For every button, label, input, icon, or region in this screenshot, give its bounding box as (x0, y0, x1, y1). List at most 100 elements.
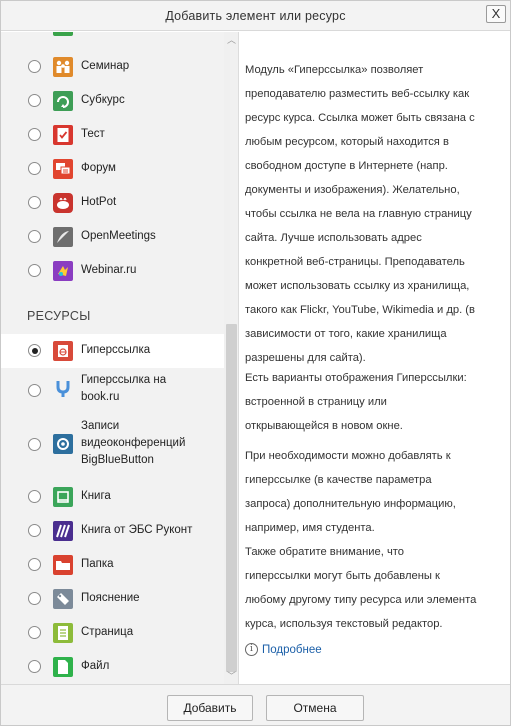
radio-book[interactable] (28, 490, 41, 503)
radio-page[interactable] (28, 626, 41, 639)
rucont-icon (53, 521, 73, 541)
list-scrollbar[interactable]: ︿ ﹀ (224, 32, 238, 684)
resource-label-rucont: Книга от ЭБС Руконт (81, 524, 193, 536)
resource-item-folder[interactable]: Папка (1, 548, 224, 582)
folder-icon (53, 555, 73, 575)
resource-label-url: Гиперссылка (81, 344, 151, 356)
radio-rucont[interactable] (28, 524, 41, 537)
resource-label-bbb-line3: BigBlueButton (81, 454, 154, 466)
dialog-footer: Добавить Отмена (1, 684, 510, 725)
desc-line: такого как Flickr, YouTube, Wikimedia и … (245, 304, 475, 316)
activity-label-workshop: Семинар (81, 60, 130, 72)
subcourse-icon (53, 91, 73, 111)
info-icon: i (245, 643, 258, 656)
resource-item-file[interactable]: Файл (1, 650, 224, 684)
desc-line: любому другому типу ресурса или элемента (245, 594, 477, 606)
radio-openmeetings[interactable] (28, 230, 41, 243)
list-item-partial (53, 32, 73, 36)
activity-item-webinar[interactable]: Webinar.ru (1, 254, 224, 288)
label-icon (53, 589, 73, 609)
activity-item-hotpot[interactable]: HotPot (1, 186, 224, 220)
desc-line: например, имя студента. (245, 522, 375, 534)
activity-item-openmeetings[interactable]: OpenMeetings (1, 220, 224, 254)
resource-label-bbb-line2: видеоконференций (81, 437, 186, 449)
radio-workshop[interactable] (28, 60, 41, 73)
resource-item-bookru[interactable]: Гиперссылка на book.ru (1, 368, 224, 412)
description-paragraph-4: Также обратите внимание, что гиперссылки… (245, 540, 507, 636)
resource-item-page[interactable]: Страница (1, 616, 224, 650)
activity-label-forum: Форум (81, 162, 116, 174)
close-button[interactable]: X (486, 5, 506, 23)
resource-label-bbb-recordings: Записи видеоконференций BigBlueButton (81, 418, 185, 469)
openmeetings-icon (53, 227, 73, 247)
page-icon (53, 623, 73, 643)
book-icon (53, 487, 73, 507)
radio-folder[interactable] (28, 558, 41, 571)
workshop-icon (53, 57, 73, 77)
radio-file[interactable] (28, 660, 41, 673)
scroll-thumb[interactable] (226, 324, 237, 672)
activity-item-forum[interactable]: Форум (1, 152, 224, 186)
cancel-button[interactable]: Отмена (266, 695, 364, 721)
resource-item-label[interactable]: Пояснение (1, 582, 224, 616)
radio-url[interactable] (28, 344, 41, 357)
scroll-down-icon[interactable]: ﹀ (224, 671, 238, 681)
hotpot-icon (53, 193, 73, 213)
resource-label-bookru-line1: Гиперссылка на (81, 374, 167, 386)
add-button[interactable]: Добавить (167, 695, 253, 721)
scroll-up-icon[interactable]: ︿ (224, 35, 238, 45)
webinar-icon (53, 261, 73, 281)
radio-forum[interactable] (28, 162, 41, 175)
activity-item-subcourse[interactable]: Субкурс (1, 84, 224, 118)
resource-label-book: Книга (81, 490, 111, 502)
more-help-link[interactable]: i Подробнее (245, 643, 322, 656)
forum-icon (53, 159, 73, 179)
desc-line: свободном доступе в Интернете (напр. (245, 160, 448, 172)
radio-quiz[interactable] (28, 128, 41, 141)
module-chooser-list[interactable]: Семинар Субкурс Тест Форум HotPot OpenMe… (1, 32, 239, 684)
resource-item-rucont[interactable]: Книга от ЭБС Руконт (1, 514, 224, 548)
desc-line: ресурс курса. Ссылка может быть связана … (245, 112, 475, 124)
desc-line: зависимости от того, какие хранилища (245, 328, 447, 340)
desc-line: Модуль «Гиперссылка» позволяет (245, 64, 424, 76)
resource-label-bbb-line1: Записи (81, 420, 120, 432)
activity-item-quiz[interactable]: Тест (1, 118, 224, 152)
bbb-recordings-icon (53, 434, 73, 454)
resource-item-url[interactable]: Гиперссылка (1, 334, 224, 368)
desc-line: Есть варианты отображения Гиперссылки: (245, 372, 467, 384)
desc-line: любым ресурсом, который находится в (245, 136, 449, 148)
desc-line: может использовать ссылку из хранилища, (245, 280, 470, 292)
dialog-titlebar: Добавить элемент или ресурс X (1, 1, 510, 31)
desc-line: сайта. Лучше использовать адрес (245, 232, 422, 244)
desc-line: чтобы ссылка не вела на главную страницу (245, 208, 472, 220)
radio-hotpot[interactable] (28, 196, 41, 209)
desc-line: конкретной веб-страницы. Преподаватель (245, 256, 465, 268)
resources-heading: РЕСУРСЫ (27, 309, 91, 323)
radio-bookru[interactable] (28, 384, 41, 397)
module-description: Модуль «Гиперссылка» позволяет преподава… (240, 32, 510, 684)
more-link[interactable]: Подробнее (262, 644, 322, 656)
desc-line: преподавателю разместить веб-ссылку как (245, 88, 470, 100)
desc-line: запроса) дополнительную информацию, (245, 498, 456, 510)
resource-item-book[interactable]: Книга (1, 480, 224, 514)
desc-line: гиперссылке (в качестве параметра (245, 474, 432, 486)
desc-line: документы и изображения). Желательно, (245, 184, 460, 196)
desc-line: курса, используя текстовый редактор. (245, 618, 443, 630)
resource-item-bbb-recordings[interactable]: Записи видеоконференций BigBlueButton (1, 414, 224, 474)
file-icon (53, 657, 73, 677)
resource-label-page: Страница (81, 626, 134, 638)
radio-subcourse[interactable] (28, 94, 41, 107)
desc-line: встроенной в страницу или (245, 396, 387, 408)
activity-item-workshop[interactable]: Семинар (1, 50, 224, 84)
resource-label-folder: Папка (81, 558, 114, 570)
activity-label-quiz: Тест (81, 128, 105, 140)
description-paragraph-1: Модуль «Гиперссылка» позволяет преподава… (245, 58, 507, 370)
add-activity-dialog: Добавить элемент или ресурс X Семинар Су… (0, 0, 511, 726)
bookru-icon (53, 379, 73, 399)
radio-webinar[interactable] (28, 264, 41, 277)
activity-label-subcourse: Субкурс (81, 94, 125, 106)
resource-label-bookru-line2: book.ru (81, 391, 120, 403)
radio-label[interactable] (28, 592, 41, 605)
radio-bbb-recordings[interactable] (28, 438, 41, 451)
activity-label-webinar: Webinar.ru (81, 264, 137, 276)
